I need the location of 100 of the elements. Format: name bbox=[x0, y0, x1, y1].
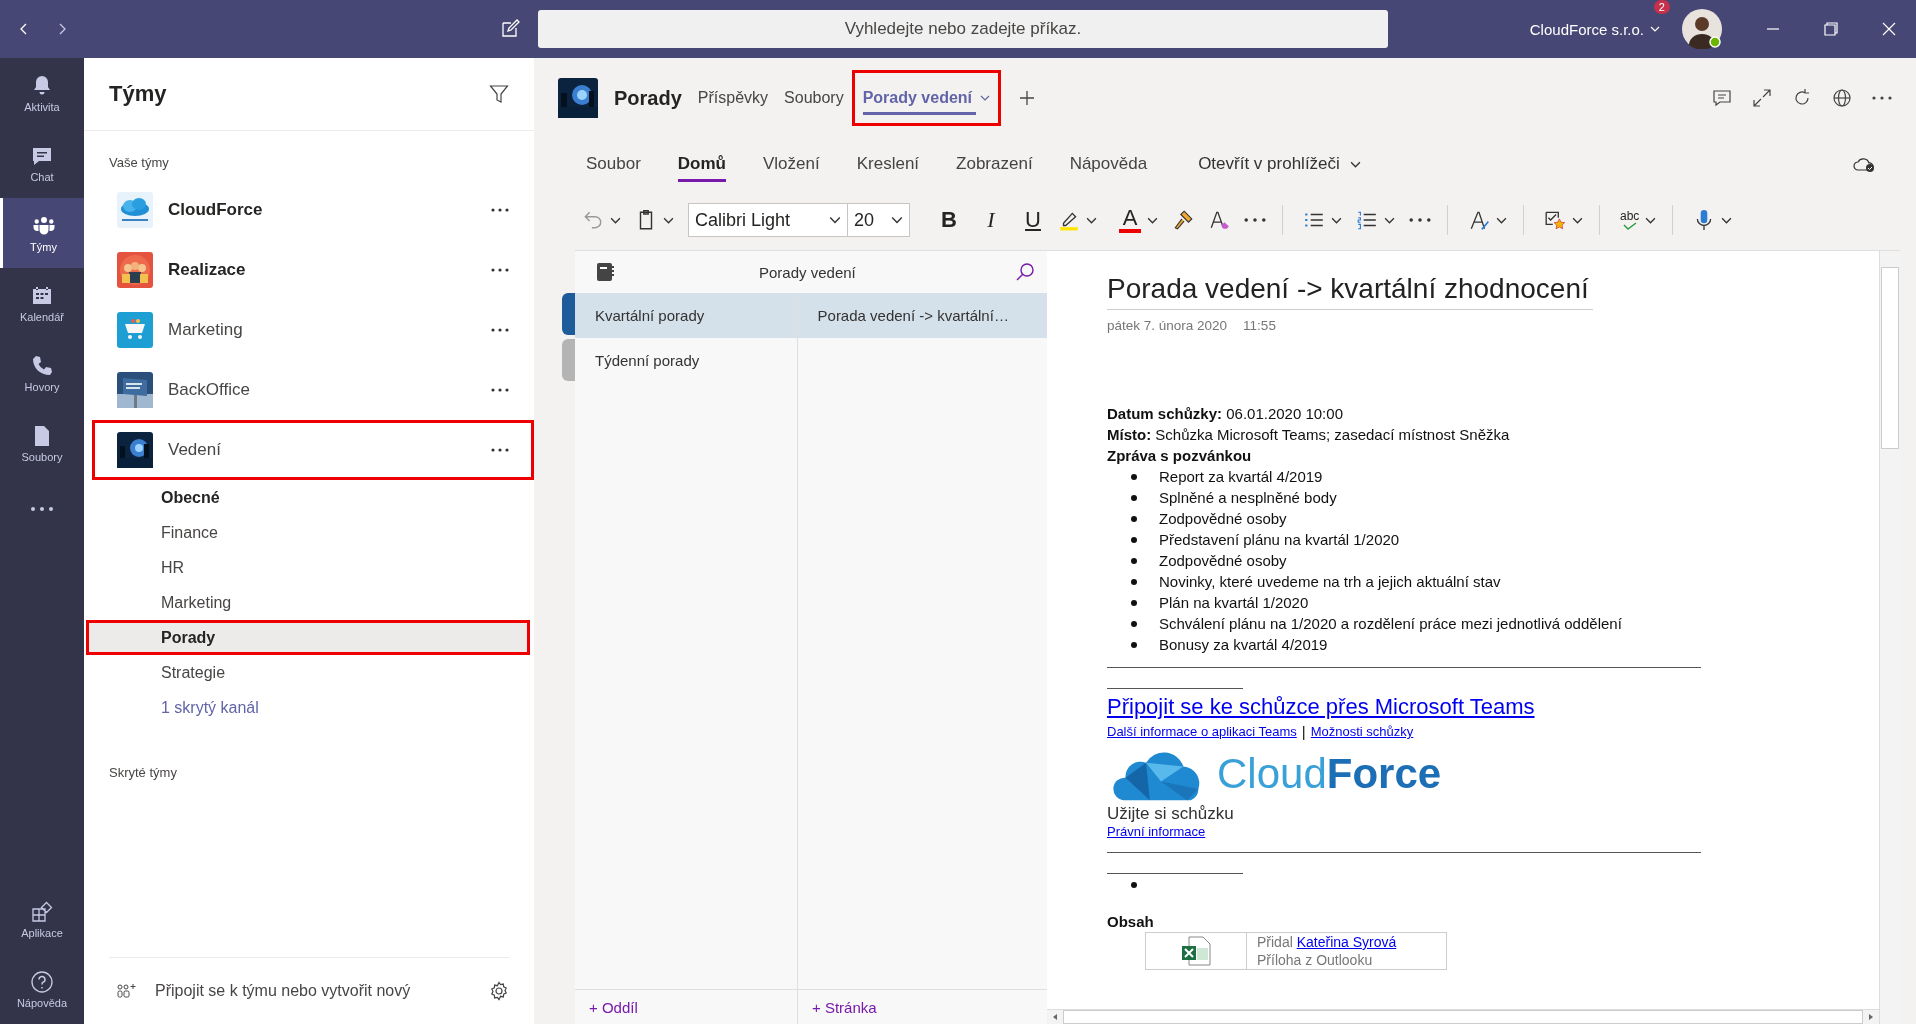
expand-icon[interactable] bbox=[1752, 88, 1772, 108]
spelling-button[interactable]: abc bbox=[1620, 210, 1640, 230]
more-icon[interactable] bbox=[491, 208, 509, 212]
settings-icon[interactable] bbox=[489, 981, 509, 1001]
team-row[interactable]: Marketing bbox=[92, 300, 534, 360]
horizontal-scrollbar[interactable] bbox=[1047, 1009, 1879, 1024]
info-link[interactable]: Další informace o aplikaci Teams bbox=[1107, 721, 1297, 742]
ribbon-tab[interactable]: Vložení bbox=[763, 146, 820, 182]
channel-item[interactable]: Strategie bbox=[86, 655, 532, 690]
team-name: CloudForce bbox=[168, 200, 263, 220]
check-icon bbox=[1621, 222, 1638, 230]
more-icon[interactable] bbox=[491, 448, 509, 452]
page-item[interactable]: Porada vedení -> kvartální… bbox=[797, 293, 1047, 338]
more-icon[interactable] bbox=[491, 268, 509, 272]
agenda-item: Zodpovědné osoby bbox=[1159, 509, 1287, 529]
more-icon[interactable] bbox=[30, 506, 54, 512]
maximize-icon[interactable] bbox=[1824, 22, 1838, 36]
italic-button[interactable]: I bbox=[980, 207, 1002, 233]
more-icon[interactable] bbox=[491, 328, 509, 332]
scroll-left-icon[interactable] bbox=[1051, 1013, 1059, 1021]
refresh-icon[interactable] bbox=[1792, 88, 1812, 108]
search-field[interactable]: Vyhledejte nebo zadejte příkaz. bbox=[538, 10, 1388, 48]
team-row[interactable]: Realizace bbox=[92, 240, 534, 300]
agenda-item: Novinky, které uvedeme na trh a jejich aktuální stav bbox=[1159, 572, 1501, 592]
author-link[interactable]: Kateřina Syrová bbox=[1296, 934, 1397, 950]
rail-item[interactable]: Týmy bbox=[0, 198, 84, 268]
close-icon[interactable] bbox=[1882, 22, 1896, 36]
team-row[interactable]: CloudForce bbox=[92, 180, 534, 240]
chevron-down-icon[interactable] bbox=[1384, 216, 1395, 224]
rail-item[interactable]: Soubory bbox=[0, 408, 84, 478]
ribbon-tab[interactable]: Soubor bbox=[586, 146, 641, 182]
font-color-button[interactable]: A bbox=[1119, 207, 1141, 233]
chevron-down-icon[interactable] bbox=[1349, 160, 1361, 168]
chevron-down-icon[interactable] bbox=[1645, 216, 1657, 224]
channel-item[interactable]: HR bbox=[86, 550, 532, 585]
scroll-right-icon[interactable] bbox=[1867, 1013, 1875, 1021]
section-item[interactable]: Kvartální porady bbox=[575, 293, 797, 338]
rail-item[interactable]: Nápověda bbox=[0, 954, 84, 1024]
channel-item[interactable]: Obecné bbox=[86, 480, 532, 515]
format-painter-icon[interactable] bbox=[1172, 209, 1194, 231]
section-item[interactable]: Týdenní porady bbox=[575, 338, 797, 383]
chevron-down-icon[interactable] bbox=[1086, 216, 1097, 224]
channel-tab[interactable]: Příspěvky bbox=[689, 70, 777, 126]
numbered-list-icon[interactable] bbox=[1356, 209, 1378, 231]
attachment-card[interactable]: Přidal Kateřina Syrová Příloha z Outlooku bbox=[1145, 932, 1447, 970]
more-icon[interactable] bbox=[491, 388, 509, 392]
styles-icon[interactable] bbox=[1468, 209, 1490, 231]
attachment-source: Příloha z Outlooku bbox=[1257, 951, 1374, 969]
notebook-icon[interactable] bbox=[595, 262, 615, 282]
chevron-down-icon[interactable] bbox=[1721, 216, 1733, 224]
open-in-browser-button[interactable]: Otevřít v prohlížeči bbox=[1198, 154, 1340, 174]
compose-icon[interactable] bbox=[500, 19, 520, 39]
rail-item[interactable]: Aplikace bbox=[0, 884, 84, 954]
channel-item[interactable]: Finance bbox=[86, 515, 532, 550]
channel-item[interactable]: Porady bbox=[86, 620, 530, 655]
hidden-channels-link[interactable]: 1 skrytý kanál bbox=[86, 690, 532, 725]
ribbon-tab[interactable]: Kreslení bbox=[856, 146, 920, 182]
chevron-down-icon[interactable] bbox=[663, 216, 674, 224]
add-icon[interactable] bbox=[1019, 90, 1036, 106]
filter-icon[interactable] bbox=[489, 84, 509, 104]
join-meeting-link[interactable]: Připojit se ke schůzce přes Microsoft Teams bbox=[1107, 693, 1879, 721]
font-size-dropdown[interactable]: 20 bbox=[848, 203, 910, 237]
channel-tab[interactable]: Soubory bbox=[776, 70, 852, 126]
bold-button[interactable]: B bbox=[938, 207, 960, 233]
chevron-down-icon[interactable] bbox=[610, 216, 621, 224]
rail-item[interactable]: Hovory bbox=[0, 338, 84, 408]
search-icon[interactable] bbox=[1015, 262, 1035, 282]
phone-icon bbox=[30, 353, 54, 378]
font-dropdown[interactable]: Calibri Light bbox=[688, 203, 848, 237]
add-page-button[interactable]: + Stránka bbox=[812, 998, 877, 1016]
add-section-button[interactable]: + Oddíl bbox=[589, 998, 638, 1016]
notebook-name: Porady vedení bbox=[759, 263, 856, 281]
ribbon-tab[interactable]: Domů bbox=[677, 146, 726, 182]
user-avatar[interactable] bbox=[1682, 9, 1722, 49]
chevron-down-icon[interactable] bbox=[1147, 216, 1158, 224]
vertical-scrollbar[interactable] bbox=[1879, 251, 1900, 1024]
add-team-icon[interactable] bbox=[117, 983, 137, 999]
channel-tab[interactable]: Porady vedení bbox=[851, 70, 1002, 126]
options-link[interactable]: Možnosti schůzky bbox=[1310, 721, 1414, 742]
join-team-link[interactable]: Připojit se k týmu nebo vytvořit nový bbox=[155, 982, 411, 1000]
chevron-down-icon[interactable] bbox=[1496, 216, 1507, 224]
clear-formatting-icon[interactable] bbox=[1208, 209, 1230, 231]
team-row[interactable]: Vedení bbox=[92, 420, 534, 480]
rail-item[interactable]: Chat bbox=[0, 128, 84, 198]
globe-icon[interactable] bbox=[1832, 88, 1852, 108]
organization-name[interactable]: CloudForce s.r.o. bbox=[1529, 20, 1644, 38]
legal-link[interactable]: Právní informace bbox=[1107, 824, 1879, 840]
tag-icon[interactable] bbox=[1544, 209, 1566, 231]
team-row[interactable]: BackOffice bbox=[92, 360, 534, 420]
chevron-down-icon[interactable] bbox=[1572, 216, 1583, 224]
rail-item[interactable]: Kalendář bbox=[0, 268, 84, 338]
ribbon-tab[interactable]: Zobrazení bbox=[956, 146, 1033, 182]
channel-item[interactable]: Marketing bbox=[86, 585, 532, 620]
underline-button[interactable]: U bbox=[1022, 207, 1044, 233]
team-name: Vedení bbox=[168, 440, 221, 460]
undo-icon[interactable] bbox=[582, 209, 604, 231]
rail-item[interactable]: Aktivita bbox=[0, 58, 84, 128]
ribbon-tab[interactable]: Nápověda bbox=[1069, 146, 1148, 182]
chat-icon[interactable] bbox=[1712, 88, 1732, 108]
chevron-down-icon[interactable] bbox=[1331, 216, 1342, 224]
